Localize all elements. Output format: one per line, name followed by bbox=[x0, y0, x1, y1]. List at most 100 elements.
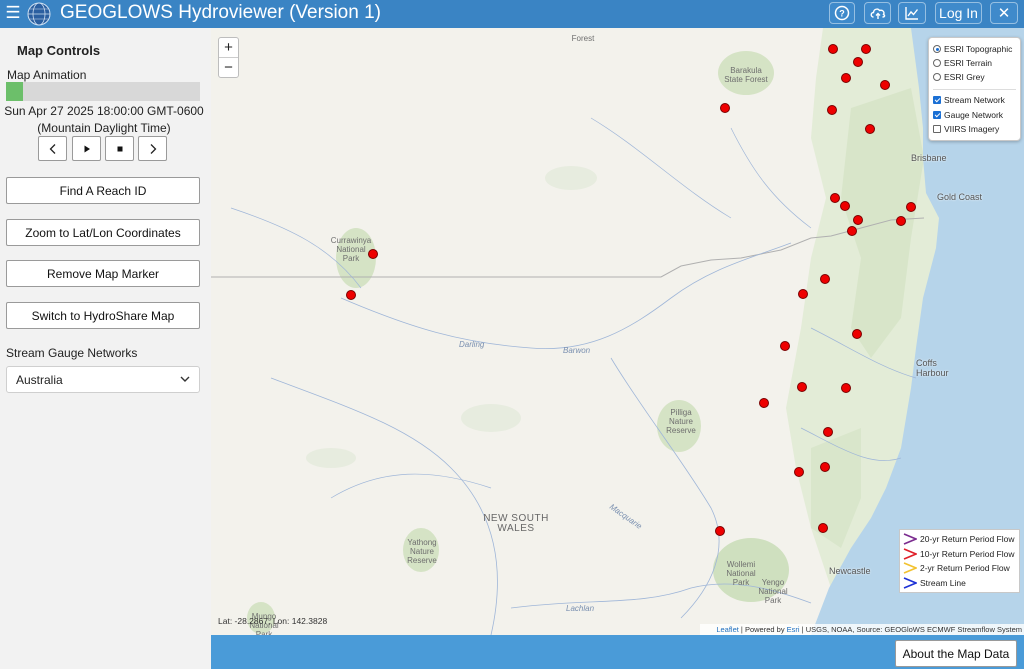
gauge-marker[interactable] bbox=[861, 44, 871, 54]
legend-10yr: 10-yr Return Period Flow bbox=[903, 547, 1014, 561]
about-map-data-button[interactable]: About the Map Data bbox=[895, 640, 1017, 667]
remove-map-marker-button[interactable]: Remove Map Marker bbox=[6, 260, 200, 287]
switch-hydroshare-button[interactable]: Switch to HydroShare Map bbox=[6, 302, 200, 329]
gauge-networks-label: Stream Gauge Networks bbox=[6, 346, 138, 360]
map-attribution: Leaflet | Powered by Esri | USGS, NOAA, … bbox=[700, 624, 1024, 635]
upload-button[interactable] bbox=[864, 2, 891, 24]
next-frame-button[interactable] bbox=[138, 136, 167, 161]
cloud-upload-icon bbox=[870, 8, 885, 19]
gauge-marker[interactable] bbox=[830, 193, 840, 203]
previous-frame-button[interactable] bbox=[38, 136, 67, 161]
geoglows-logo bbox=[27, 2, 51, 26]
gauge-marker[interactable] bbox=[780, 341, 790, 351]
sidebar: Map Controls Map Animation Sun Apr 27 20… bbox=[0, 28, 211, 669]
map-label-yathong: Yathong Nature Reserve bbox=[407, 538, 437, 565]
layer-esri-terrain[interactable]: ESRI Terrain bbox=[933, 57, 992, 69]
gauge-marker[interactable] bbox=[715, 526, 725, 536]
stop-button[interactable] bbox=[105, 136, 134, 161]
layer-divider bbox=[933, 89, 1016, 90]
map-label-forest: Forest bbox=[571, 34, 595, 43]
gauge-marker[interactable] bbox=[823, 427, 833, 437]
layer-gauge-network[interactable]: Gauge Network bbox=[933, 109, 1003, 121]
gauge-marker[interactable] bbox=[852, 329, 862, 339]
zoom-in-button[interactable]: + bbox=[219, 38, 238, 58]
gauge-marker[interactable] bbox=[853, 57, 863, 67]
gauge-marker[interactable] bbox=[896, 216, 906, 226]
radio-icon[interactable] bbox=[933, 73, 941, 81]
gauge-marker[interactable] bbox=[841, 383, 851, 393]
chevron-down-icon bbox=[180, 376, 190, 382]
gauge-marker[interactable] bbox=[798, 289, 808, 299]
legend-swatch-icon bbox=[903, 562, 917, 574]
gauge-marker[interactable] bbox=[797, 382, 807, 392]
line-chart-icon bbox=[905, 7, 919, 20]
play-button[interactable] bbox=[72, 136, 101, 161]
checkbox-icon[interactable] bbox=[933, 125, 941, 133]
zoom-latlon-button[interactable]: Zoom to Lat/Lon Coordinates bbox=[6, 219, 200, 246]
play-icon bbox=[84, 145, 90, 152]
animation-timezone: (Mountain Daylight Time) bbox=[37, 121, 171, 135]
stop-icon bbox=[117, 146, 122, 151]
find-reach-id-button[interactable]: Find A Reach ID bbox=[6, 177, 200, 204]
animation-label: Map Animation bbox=[7, 68, 87, 82]
gauge-marker[interactable] bbox=[865, 124, 875, 134]
chart-button[interactable] bbox=[898, 2, 926, 24]
layer-esri-topographic[interactable]: ESRI Topographic bbox=[933, 43, 1012, 55]
gauge-marker[interactable] bbox=[820, 462, 830, 472]
login-button[interactable]: Log In bbox=[935, 2, 982, 24]
map-label-yengo: Yengo National Park bbox=[758, 578, 788, 605]
gauge-network-select[interactable]: Australia bbox=[6, 366, 200, 393]
river-label-lachlan: Lachlan bbox=[566, 604, 595, 613]
city-newcastle: Newcastle bbox=[829, 566, 871, 576]
river-label-barwon: Barwon bbox=[563, 346, 591, 355]
city-brisbane: Brisbane bbox=[911, 153, 947, 163]
river-label-darling: Darling bbox=[459, 340, 485, 349]
menu-icon[interactable]: ☰ bbox=[4, 3, 22, 23]
cursor-coordinates: Lat: -28.2867, Lon: 142.3828 bbox=[218, 616, 328, 626]
zoom-out-button[interactable]: − bbox=[219, 58, 238, 77]
city-coffs-harbour: Coffs Harbour bbox=[916, 358, 949, 378]
leaflet-link[interactable]: Leaflet bbox=[716, 625, 739, 634]
gauge-marker[interactable] bbox=[820, 274, 830, 284]
layer-esri-grey[interactable]: ESRI Grey bbox=[933, 71, 985, 83]
gauge-marker[interactable] bbox=[828, 44, 838, 54]
sidebar-title: Map Controls bbox=[17, 43, 101, 58]
gauge-marker[interactable] bbox=[847, 226, 857, 236]
gauge-marker[interactable] bbox=[720, 103, 730, 113]
gauge-marker[interactable] bbox=[818, 523, 828, 533]
animation-date: Sun Apr 27 2025 18:00:00 GMT-0600 bbox=[4, 104, 204, 118]
gauge-marker[interactable] bbox=[827, 105, 837, 115]
map-label-currawinya: Currawinya National Park bbox=[330, 236, 372, 263]
gauge-marker[interactable] bbox=[794, 467, 804, 477]
help-button[interactable]: ? bbox=[829, 2, 855, 24]
layer-stream-network[interactable]: Stream Network bbox=[933, 94, 1005, 106]
checkbox-icon[interactable] bbox=[933, 96, 941, 104]
gauge-marker[interactable] bbox=[759, 398, 769, 408]
radio-icon[interactable] bbox=[933, 59, 941, 67]
city-gold-coast: Gold Coast bbox=[937, 192, 983, 202]
chevron-right-icon bbox=[150, 143, 156, 154]
gauge-marker[interactable] bbox=[906, 202, 916, 212]
map-label-pilliga: Pilliga Nature Reserve bbox=[666, 408, 696, 435]
gauge-marker[interactable] bbox=[840, 201, 850, 211]
top-navbar: ☰ GEOGLOWS Hydroviewer (Version 1) ? Log… bbox=[0, 0, 1024, 28]
legend-2yr: 2-yr Return Period Flow bbox=[903, 561, 1010, 575]
question-circle-icon: ? bbox=[834, 5, 850, 21]
radio-icon[interactable] bbox=[933, 45, 941, 53]
close-button[interactable]: ✕ bbox=[990, 2, 1018, 24]
gauge-marker[interactable] bbox=[853, 215, 863, 225]
gauge-marker[interactable] bbox=[346, 290, 356, 300]
legend-swatch-icon bbox=[903, 533, 917, 545]
esri-link[interactable]: Esri bbox=[787, 625, 800, 634]
animation-progress-fill bbox=[6, 82, 24, 101]
legend-stream-line: Stream Line bbox=[903, 576, 966, 590]
svg-text:?: ? bbox=[839, 9, 845, 19]
checkbox-icon[interactable] bbox=[933, 111, 941, 119]
app-title: GEOGLOWS Hydroviewer (Version 1) bbox=[60, 2, 381, 23]
chevron-left-icon bbox=[49, 143, 55, 154]
animation-progress-bar[interactable] bbox=[6, 82, 200, 101]
gauge-marker[interactable] bbox=[841, 73, 851, 83]
gauge-marker[interactable] bbox=[880, 80, 890, 90]
layer-viirs-imagery[interactable]: VIIRS Imagery bbox=[933, 123, 999, 135]
gauge-marker[interactable] bbox=[368, 249, 378, 259]
